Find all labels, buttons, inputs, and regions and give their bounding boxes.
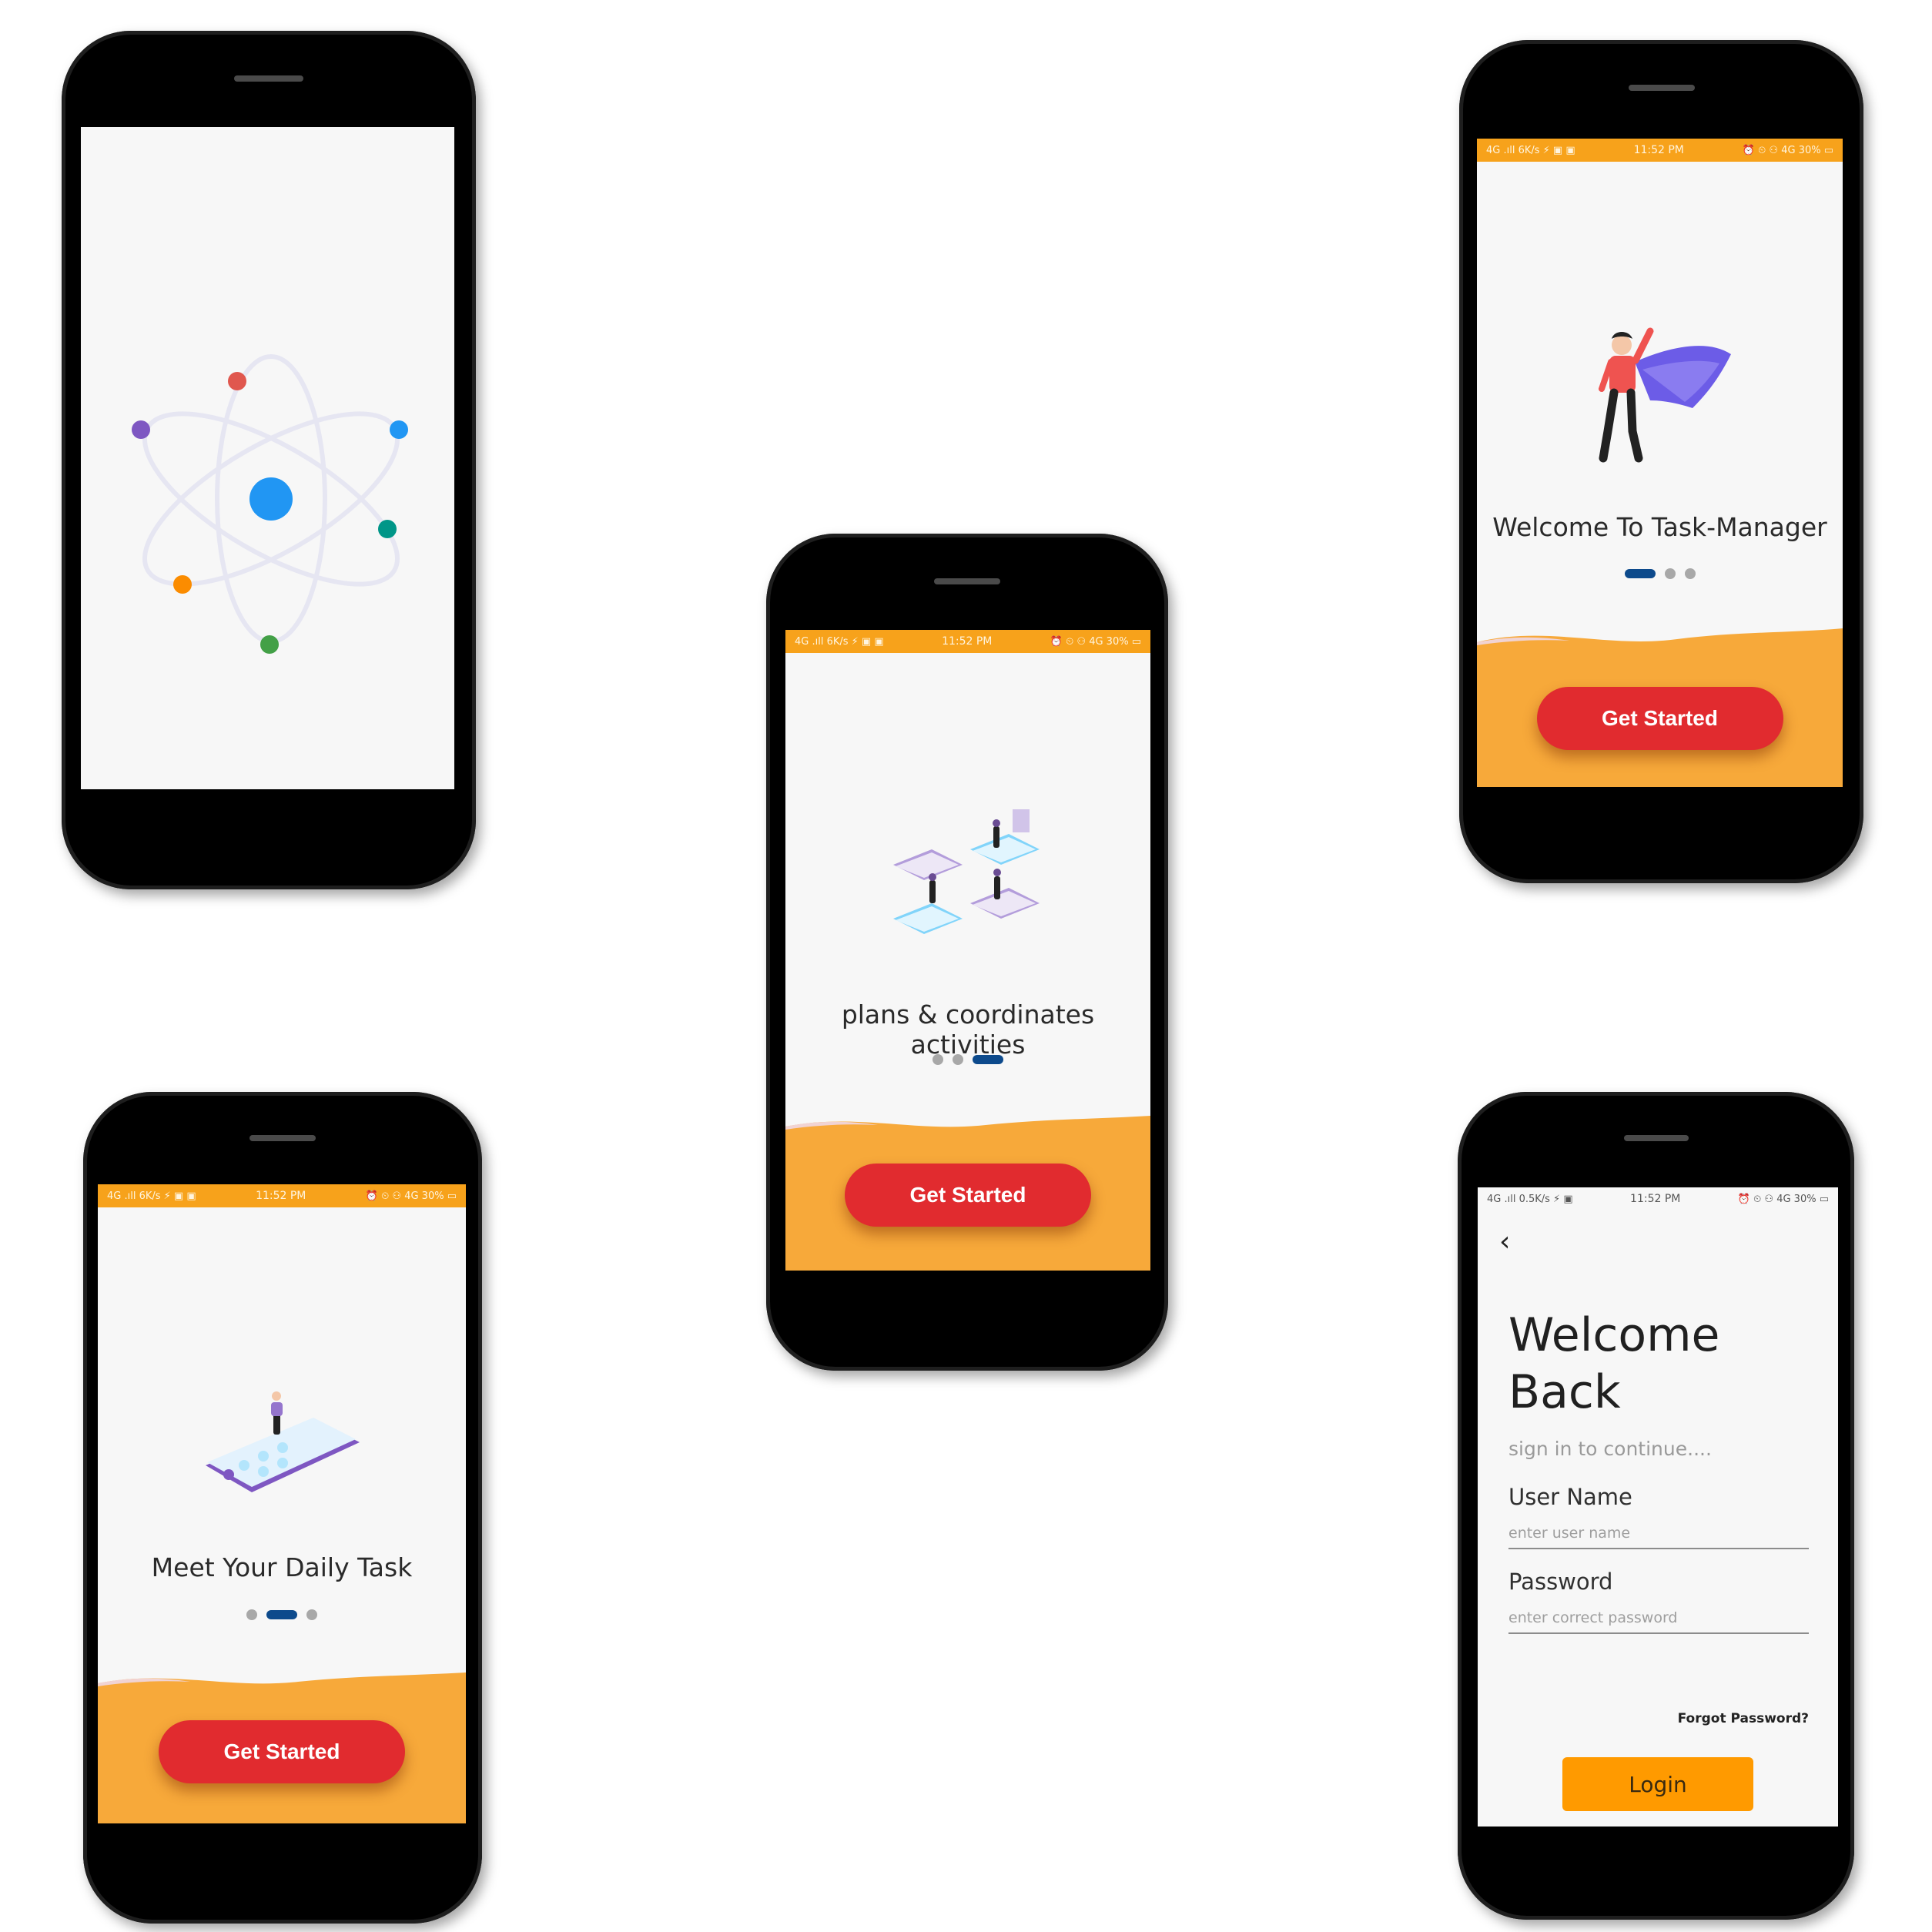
username-field[interactable]	[1508, 1525, 1809, 1549]
status-bar: 4G .ıll 6K/s ⚡ ▣ ▣ 11:52 PM ⏰ ⏲ ⚇ 4G 30%…	[1477, 139, 1843, 162]
page-dot-3[interactable]	[306, 1609, 317, 1620]
username-label: User Name	[1508, 1484, 1632, 1510]
get-started-button[interactable]: Get Started	[845, 1164, 1091, 1227]
page-dot-1[interactable]	[1624, 569, 1656, 578]
plans-caption: plans & coordinates activities	[841, 999, 1095, 1060]
status-right: ⏰ ⏲ ⚇ 4G 30% ▭	[1050, 635, 1141, 648]
status-left: 4G .ıll 6K/s ⚡ ▣ ▣	[107, 1190, 196, 1202]
speaker	[1628, 85, 1695, 91]
page-indicator	[1477, 568, 1843, 579]
page-indicator	[98, 1609, 466, 1620]
page-dot-2[interactable]	[266, 1610, 297, 1619]
page-indicator	[785, 1054, 1150, 1065]
page-title: Welcome Back	[1508, 1307, 1719, 1421]
phone-plans: 4G .ıll 6K/s ⚡ ▣ ▣ 11:52 PM ⏰ ⏲ ⚇ 4G 30%…	[766, 534, 1168, 1371]
daily-caption: Meet Your Daily Task	[151, 1552, 413, 1582]
status-time: 11:52 PM	[942, 635, 993, 648]
chevron-left-icon[interactable]: ‹	[1499, 1226, 1510, 1257]
status-right: ⏰ ⏲ ⚇ 4G 30% ▭	[1742, 144, 1833, 156]
phone-splash	[62, 31, 476, 889]
plans-screen: 4G .ıll 6K/s ⚡ ▣ ▣ 11:52 PM ⏰ ⏲ ⚇ 4G 30%…	[785, 630, 1150, 1271]
forgot-password-link[interactable]: Forgot Password?	[1678, 1711, 1809, 1726]
phone-welcome: 4G .ıll 6K/s ⚡ ▣ ▣ 11:52 PM ⏰ ⏲ ⚇ 4G 30%…	[1459, 40, 1863, 883]
page-dot-3[interactable]	[973, 1055, 1003, 1064]
speaker	[1623, 1135, 1689, 1141]
status-left: 4G .ıll 6K/s ⚡ ▣ ▣	[795, 635, 884, 648]
phone-login: 4G .ıll 0.5K/s ⚡ ▣ 11:52 PM ⏰ ⏲ ⚇ 4G 30%…	[1458, 1092, 1854, 1920]
get-started-button[interactable]: Get Started	[159, 1720, 405, 1783]
page-dot-2[interactable]	[953, 1054, 963, 1065]
welcome-screen: 4G .ıll 6K/s ⚡ ▣ ▣ 11:52 PM ⏰ ⏲ ⚇ 4G 30%…	[1477, 139, 1843, 787]
status-time: 11:52 PM	[1630, 1193, 1681, 1205]
status-time: 11:52 PM	[1633, 144, 1684, 156]
phone-daily: 4G .ıll 6K/s ⚡ ▣ ▣ 11:52 PM ⏰ ⏲ ⚇ 4G 30%…	[83, 1092, 482, 1924]
speaker	[934, 578, 1000, 584]
welcome-caption: Welcome To Task-Manager	[1492, 512, 1827, 542]
password-label: Password	[1508, 1569, 1613, 1595]
page-dot-1[interactable]	[933, 1054, 943, 1065]
splash-screen	[81, 127, 454, 789]
page-dot-2[interactable]	[1664, 568, 1676, 579]
superhero-illustration	[1599, 327, 1731, 463]
login-screen: 4G .ıll 0.5K/s ⚡ ▣ 11:52 PM ⏰ ⏲ ⚇ 4G 30%…	[1478, 1187, 1838, 1827]
status-right: ⏰ ⏲ ⚇ 4G 30% ▭	[365, 1190, 457, 1202]
title-line-1: Welcome	[1508, 1308, 1720, 1362]
status-time: 11:52 PM	[256, 1190, 306, 1202]
get-started-button[interactable]: Get Started	[1536, 687, 1783, 750]
page-dot-3[interactable]	[1684, 568, 1696, 579]
status-left: 4G .ıll 6K/s ⚡ ▣ ▣	[1486, 144, 1575, 156]
page-dot-1[interactable]	[246, 1609, 257, 1620]
collaboration-illustration	[893, 809, 1040, 934]
status-bar: 4G .ıll 6K/s ⚡ ▣ ▣ 11:52 PM ⏰ ⏲ ⚇ 4G 30%…	[98, 1184, 466, 1207]
daily-screen: 4G .ıll 6K/s ⚡ ▣ ▣ 11:52 PM ⏰ ⏲ ⚇ 4G 30%…	[98, 1184, 466, 1823]
speaker	[249, 1135, 316, 1141]
speaker	[234, 75, 303, 82]
status-bar: 4G .ıll 6K/s ⚡ ▣ ▣ 11:52 PM ⏰ ⏲ ⚇ 4G 30%…	[785, 630, 1150, 653]
atom-logo-icon	[132, 354, 408, 654]
title-line-2: Back	[1508, 1365, 1621, 1419]
password-field[interactable]	[1508, 1609, 1809, 1634]
page-subtitle: sign in to continue....	[1508, 1438, 1712, 1460]
phone-task-illustration	[206, 1391, 360, 1492]
status-bar: 4G .ıll 0.5K/s ⚡ ▣ 11:52 PM ⏰ ⏲ ⚇ 4G 30%…	[1478, 1187, 1838, 1210]
status-right: ⏰ ⏲ ⚇ 4G 30% ▭	[1737, 1193, 1829, 1205]
login-button[interactable]: Login	[1562, 1757, 1753, 1811]
status-left: 4G .ıll 0.5K/s ⚡ ▣	[1487, 1193, 1573, 1205]
